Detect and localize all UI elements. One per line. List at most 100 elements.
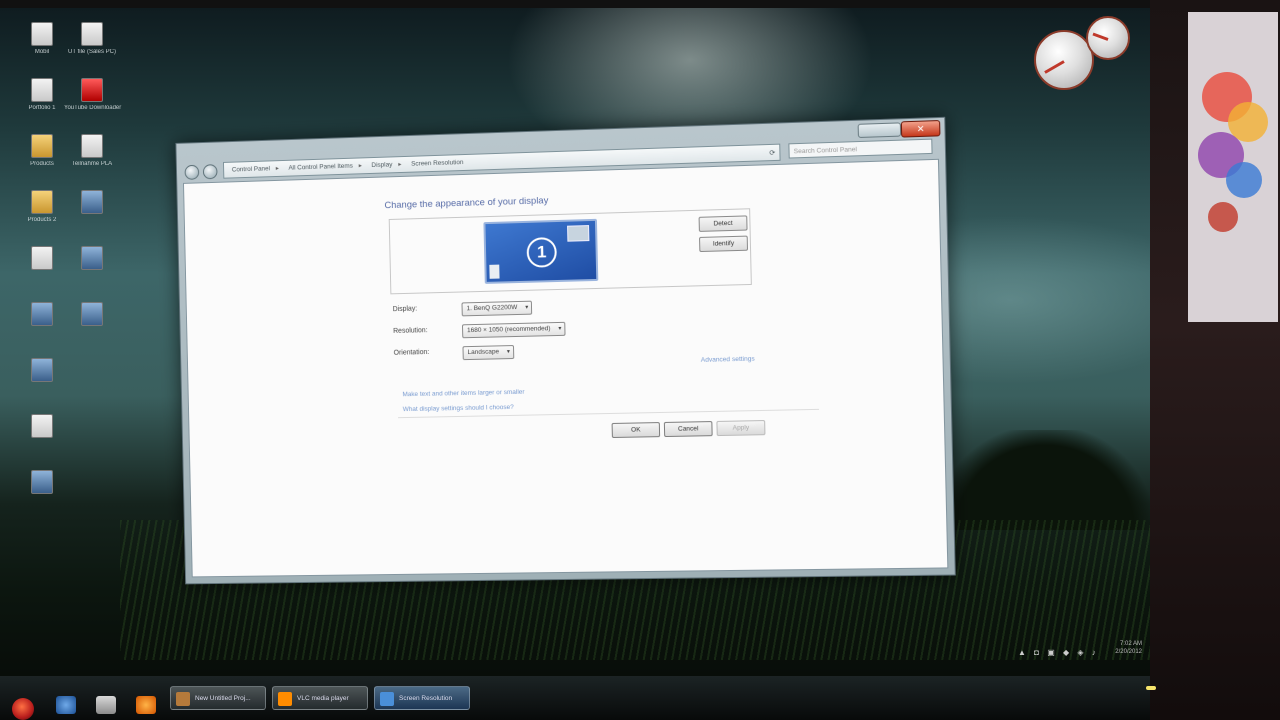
desktop-icon[interactable] [14,302,70,328]
breadcrumb-screen-resolution[interactable]: Screen Resolution [411,159,464,168]
ok-button[interactable]: OK [611,422,661,439]
monitor-power-led [1146,686,1156,690]
app-icon [81,246,103,270]
monitor-number: 1 [526,237,558,268]
chevron-down-icon: ▾ [558,325,562,332]
desktop-icon[interactable] [14,414,70,440]
tray-icons[interactable]: ▲ ◘ ▣ ◆ ◈ ♪ [1018,648,1099,657]
monitor-thumbnail-icon [567,225,590,242]
desktop-icon[interactable]: UT file (Sales PC) [64,22,120,56]
breadcrumb-separator-icon: ▸ [358,162,362,170]
orientation-select[interactable]: Landscape ▾ [462,345,515,361]
taskbar: New Untitled Proj... VLC media player Sc… [0,676,1150,720]
app-icon [31,358,53,382]
minimize-maximize-buttons[interactable] [857,122,902,139]
desktop-icon[interactable] [14,470,70,496]
resolution-select[interactable]: 1680 × 1050 (recommended) ▾ [461,321,566,339]
document-icon [31,78,53,102]
monitor-thumbnail-icon [489,264,500,279]
back-button[interactable] [184,164,200,180]
page-title: Change the appearance of your display [384,195,549,212]
display-arrangement-panel: 1 Detect Identify [388,208,752,295]
taskbar-task-label: VLC media player [297,695,349,702]
desktop-icon[interactable]: YouTube Downloader [64,78,122,112]
control-panel-icon [380,692,394,706]
start-button[interactable] [12,698,34,720]
computer-icon [31,22,53,46]
clock-date: 2/20/2012 [1115,649,1142,655]
document-icon [31,246,53,270]
taskbar-task-label: New Untitled Proj... [195,695,251,702]
orientation-label: Orientation: [393,348,430,357]
project-app-icon [176,692,190,706]
screen-resolution-window: ✕ Control Panel ▸ All Control Panel Items… [175,116,956,585]
breadcrumb-control-panel[interactable]: Control Panel [232,165,270,173]
breadcrumb-all-items[interactable]: All Control Panel Items [288,163,353,172]
resolution-select-value: 1680 × 1050 (recommended) [466,325,551,335]
breadcrumb-separator-icon: ▸ [275,165,280,173]
desktop-icon[interactable]: Products 2 [14,190,70,224]
text-size-link[interactable]: Make text and other items larger or smal… [402,389,524,399]
youtube-icon [81,78,103,102]
taskbar-task[interactable]: New Untitled Proj... [170,686,266,710]
monitor-1-tile[interactable]: 1 [483,218,599,284]
refresh-icon[interactable]: ⟳ [769,146,775,161]
desktop-icon-label: Mobil [34,49,50,55]
taskbar-task-label: Screen Resolution [399,695,453,702]
desktop-icon[interactable] [64,190,120,216]
desktop-icon[interactable]: Portfolio 1 [14,78,70,112]
search-input[interactable]: Search Control Panel [788,138,933,159]
wallpaper-trees [940,430,1150,530]
folder-icon [31,190,53,214]
forward-button[interactable] [203,164,218,180]
clock-time: 7:02 AM [1119,641,1142,647]
gauge-needle [1092,32,1109,41]
display-label: Display: [392,305,418,314]
apply-button[interactable]: Apply [716,420,766,437]
wall-poster [1188,12,1278,322]
app-icon [31,302,53,326]
taskbar-task[interactable]: VLC media player [272,686,368,710]
taskbar-task[interactable]: Screen Resolution [374,686,470,710]
advanced-settings-link[interactable]: Advanced settings [701,356,755,364]
desktop-icon[interactable] [14,246,70,272]
breadcrumb-separator-icon: ▸ [398,161,402,169]
display-select[interactable]: 1. BenQ G2200W ▾ [461,300,533,317]
memory-meter-gadget[interactable] [1086,16,1130,60]
desktop-icon[interactable] [64,246,120,272]
desktop-icon[interactable] [64,302,120,328]
desktop-icon-label: Portfolio 1 [28,105,56,111]
detect-button[interactable]: Detect [698,215,748,232]
display-help-link[interactable]: What display settings should I choose? [403,404,514,413]
desktop-icon-label: YouTube Downloader [64,105,122,111]
close-button[interactable]: ✕ [900,120,941,138]
desktop-icon[interactable]: Teilnahme PLA [64,134,120,168]
breadcrumb-display[interactable]: Display [371,161,392,169]
cancel-button[interactable]: Cancel [663,421,713,438]
vlc-icon [278,692,292,706]
folder-icon [31,134,53,158]
document-icon [81,22,103,46]
desktop-icon[interactable]: Products [14,134,70,168]
identify-button[interactable]: Identify [699,235,749,253]
app-icon [31,470,53,494]
orientation-select-value: Landscape [467,348,500,357]
document-icon [31,414,53,438]
display-select-value: 1. BenQ G2200W [466,304,518,313]
chevron-down-icon: ▾ [525,304,529,311]
monitor-bezel [0,0,1280,8]
firefox-icon[interactable] [136,696,156,714]
desktop-icon[interactable]: Mobil [14,22,70,56]
desktop-icon-label: UT file (Sales PC) [68,49,116,55]
cpu-meter-gadget[interactable] [1034,30,1094,90]
desktop-icon-label: Teilnahme PLA [71,161,113,167]
desktop-icon-label: Products [30,161,54,167]
display-row: Display: 1. BenQ G2200W ▾ [392,300,533,317]
resolution-label: Resolution: [393,327,428,335]
clock[interactable]: 7:02 AM 2/20/2012 [1115,640,1142,656]
app-icon [81,190,103,214]
explorer-icon[interactable] [96,696,116,714]
orientation-row: Orientation: Landscape ▾ [393,345,515,361]
internet-explorer-icon[interactable] [56,696,76,714]
desktop-icon[interactable] [14,358,70,384]
